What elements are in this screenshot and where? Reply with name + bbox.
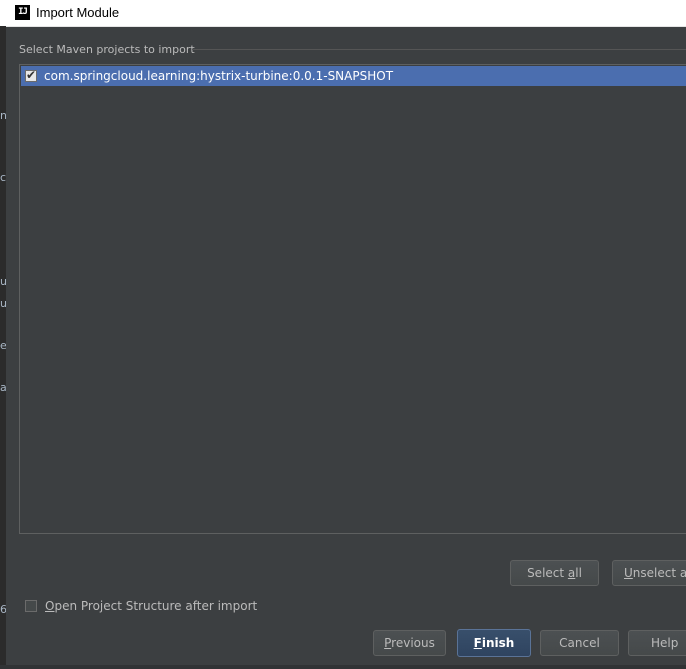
select-all-label-start: Select: [527, 566, 568, 580]
title-bar: IJ Import Module: [0, 0, 686, 27]
finish-button[interactable]: Finish: [457, 629, 531, 657]
finish-mnemonic: F: [473, 636, 482, 650]
unselect-all-button[interactable]: Unselect al: [612, 560, 686, 586]
intellij-icon: IJ: [15, 5, 30, 20]
window-title: Import Module: [36, 5, 120, 20]
section-divider: [192, 49, 686, 50]
screen: IJ Import Module ni c u u e al 6 Select …: [0, 0, 686, 669]
import-module-dialog: Select Maven projects to import ✔ com.sp…: [6, 27, 686, 669]
unselect-all-mnemonic: U: [624, 566, 633, 580]
project-row[interactable]: ✔ com.springcloud.learning:hystrix-turbi…: [21, 66, 686, 86]
section-title: Select Maven projects to import: [19, 43, 195, 56]
open-structure-label[interactable]: Open Project Structure after import: [45, 599, 257, 613]
select-all-button[interactable]: Select all: [510, 560, 599, 586]
open-structure-checkbox[interactable]: [25, 600, 37, 612]
previous-button[interactable]: Previous: [373, 630, 446, 656]
previous-label: revious: [391, 636, 435, 650]
cancel-button[interactable]: Cancel: [540, 630, 619, 656]
open-structure-text: pen Project Structure after import: [54, 599, 258, 613]
help-button[interactable]: Help: [628, 630, 686, 656]
finish-label: inish: [481, 636, 515, 650]
project-label: com.springcloud.learning:hystrix-turbine…: [44, 69, 394, 83]
background-status-strip: [0, 665, 686, 669]
maven-project-list[interactable]: ✔ com.springcloud.learning:hystrix-turbi…: [19, 64, 686, 534]
project-checkbox[interactable]: ✔: [25, 68, 37, 82]
unselect-all-label: nselect al: [632, 566, 686, 580]
checkmark-icon: ✔: [26, 68, 37, 82]
select-all-label-end: ll: [575, 566, 582, 580]
